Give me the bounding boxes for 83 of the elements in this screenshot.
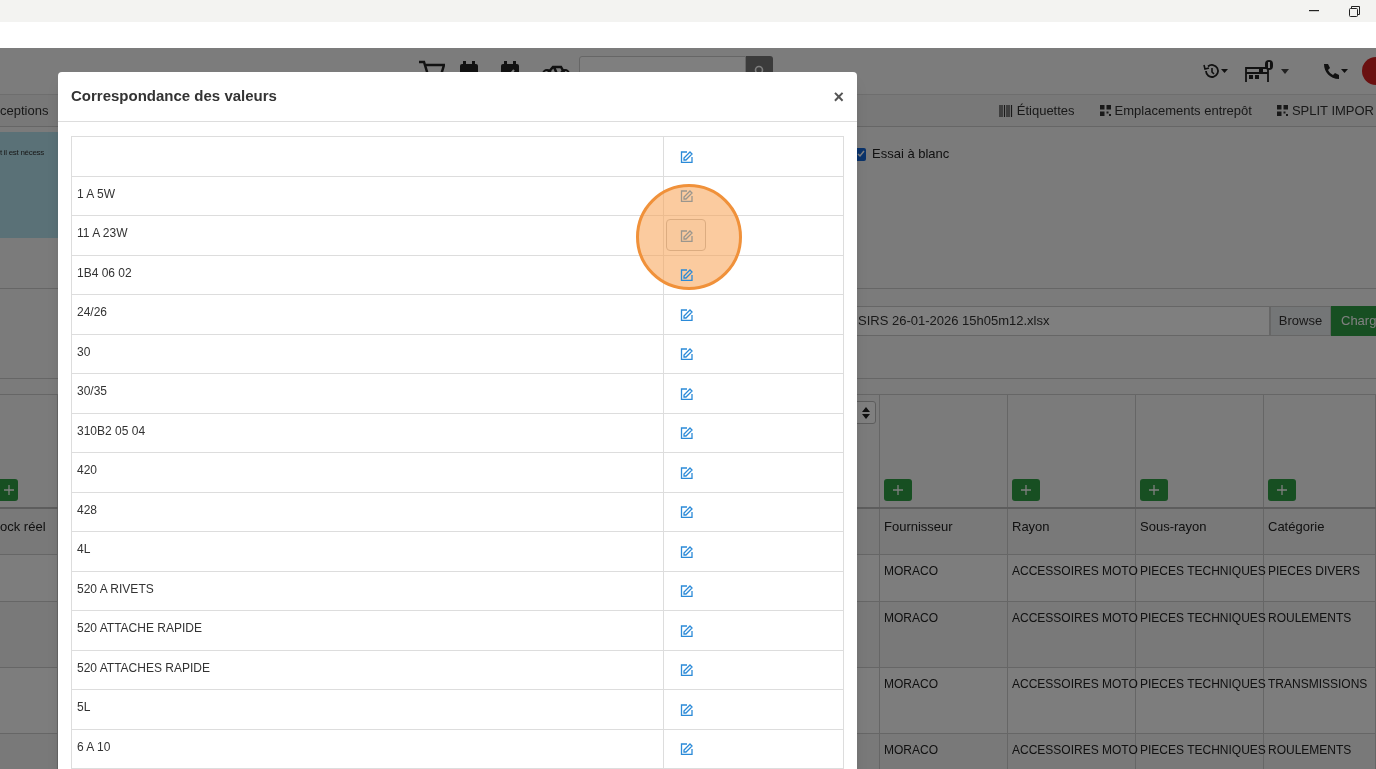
plus-icon bbox=[1277, 485, 1287, 495]
browse-button[interactable]: Browse bbox=[1270, 306, 1331, 336]
edit-icon bbox=[679, 189, 693, 203]
dialog-title: Correspondance des valeurs bbox=[71, 86, 277, 107]
edit-icon bbox=[679, 584, 693, 598]
restore-icon[interactable] bbox=[1349, 5, 1360, 17]
edit-button[interactable] bbox=[678, 148, 694, 165]
notice-text: t il est nécess bbox=[0, 147, 45, 159]
plus-icon bbox=[1021, 485, 1031, 495]
warehouse-icon[interactable] bbox=[1245, 59, 1275, 83]
table-cell: 520 A RIVETS bbox=[72, 571, 664, 610]
edit-icon bbox=[679, 465, 693, 479]
edit-button[interactable] bbox=[678, 385, 694, 402]
edit-icon bbox=[679, 228, 693, 242]
minimize-icon[interactable] bbox=[1309, 10, 1319, 12]
add-button[interactable] bbox=[1140, 479, 1168, 501]
table-cell: 30/35 bbox=[72, 374, 664, 413]
edit-icon bbox=[679, 663, 693, 677]
checkbox-label: Essai à blanc bbox=[872, 145, 950, 164]
qr-code-icon bbox=[1099, 105, 1111, 116]
table-cell: 520 ATTACHES RAPIDE bbox=[72, 650, 664, 689]
submit-button[interactable]: Charg bbox=[1331, 306, 1376, 336]
table-cell: 4L bbox=[72, 532, 664, 571]
qr-code-icon bbox=[1276, 105, 1288, 116]
table-cell: 24/26 bbox=[72, 295, 664, 334]
edit-button[interactable] bbox=[678, 345, 694, 362]
add-button[interactable] bbox=[1268, 479, 1296, 501]
edit-icon bbox=[679, 702, 693, 716]
plus-icon bbox=[893, 485, 903, 495]
table-cell: PIECES TECHNIQUES bbox=[1136, 734, 1264, 769]
plus-icon bbox=[4, 485, 14, 495]
edit-icon bbox=[679, 386, 693, 400]
table-cell: 5L bbox=[72, 690, 664, 729]
nav-tab[interactable]: ceptions bbox=[0, 100, 58, 121]
table-cell: 30 bbox=[72, 334, 664, 373]
nav-link[interactable]: SPLIT IMPOR bbox=[1276, 100, 1374, 121]
edit-button[interactable] bbox=[666, 219, 706, 252]
edit-icon bbox=[679, 623, 693, 637]
sort-icon bbox=[861, 406, 870, 419]
add-button[interactable] bbox=[884, 479, 912, 501]
edit-button[interactable] bbox=[678, 266, 694, 283]
edit-button[interactable] bbox=[678, 701, 694, 718]
table-cell: 310B2 05 04 bbox=[72, 413, 664, 452]
sort-select[interactable] bbox=[855, 401, 876, 424]
barcode-icon bbox=[998, 104, 1013, 117]
edit-button[interactable] bbox=[678, 661, 694, 678]
phone-icon[interactable] bbox=[1322, 63, 1350, 79]
edit-button[interactable] bbox=[678, 187, 694, 204]
table-cell: 6 A 10 bbox=[72, 729, 664, 768]
edit-icon bbox=[679, 742, 693, 756]
edit-icon bbox=[679, 347, 693, 361]
edit-icon bbox=[679, 505, 693, 519]
nav-link[interactable]: Étiquettes bbox=[998, 100, 1075, 121]
nav-link[interactable]: Emplacements entrepôt bbox=[1099, 100, 1252, 121]
history-icon[interactable] bbox=[1203, 63, 1229, 79]
table-cell: 520 ATTACHE RAPIDE bbox=[72, 611, 664, 650]
table-cell: 1B4 06 02 bbox=[72, 255, 664, 294]
edit-button[interactable] bbox=[678, 464, 694, 481]
table-cell: 11 A 23W bbox=[72, 216, 664, 255]
edit-button[interactable] bbox=[678, 503, 694, 520]
edit-icon bbox=[679, 426, 693, 440]
plus-icon bbox=[1149, 485, 1159, 495]
table-cell: 1 A 5W bbox=[72, 176, 664, 215]
edit-button[interactable] bbox=[678, 306, 694, 323]
edit-button[interactable] bbox=[678, 622, 694, 639]
edit-icon bbox=[679, 544, 693, 558]
edit-button[interactable] bbox=[678, 582, 694, 599]
edit-icon bbox=[679, 268, 693, 282]
caret-icon[interactable] bbox=[1281, 68, 1289, 74]
edit-button[interactable] bbox=[678, 424, 694, 441]
add-button[interactable] bbox=[1012, 479, 1040, 501]
edit-icon bbox=[679, 149, 693, 163]
edit-button[interactable] bbox=[678, 740, 694, 757]
table-cell: 428 bbox=[72, 492, 664, 531]
table-cell: MORACO bbox=[880, 734, 1008, 769]
edit-icon bbox=[679, 307, 693, 321]
table-cell: ROULEMENTS bbox=[1264, 734, 1376, 769]
add-button[interactable] bbox=[0, 479, 18, 501]
close-button[interactable]: × bbox=[833, 87, 844, 106]
table-cell: 420 bbox=[72, 453, 664, 492]
table-cell: ACCESSOIRES MOTO bbox=[1008, 734, 1136, 769]
user-avatar[interactable] bbox=[1362, 57, 1376, 85]
edit-button[interactable] bbox=[678, 543, 694, 560]
